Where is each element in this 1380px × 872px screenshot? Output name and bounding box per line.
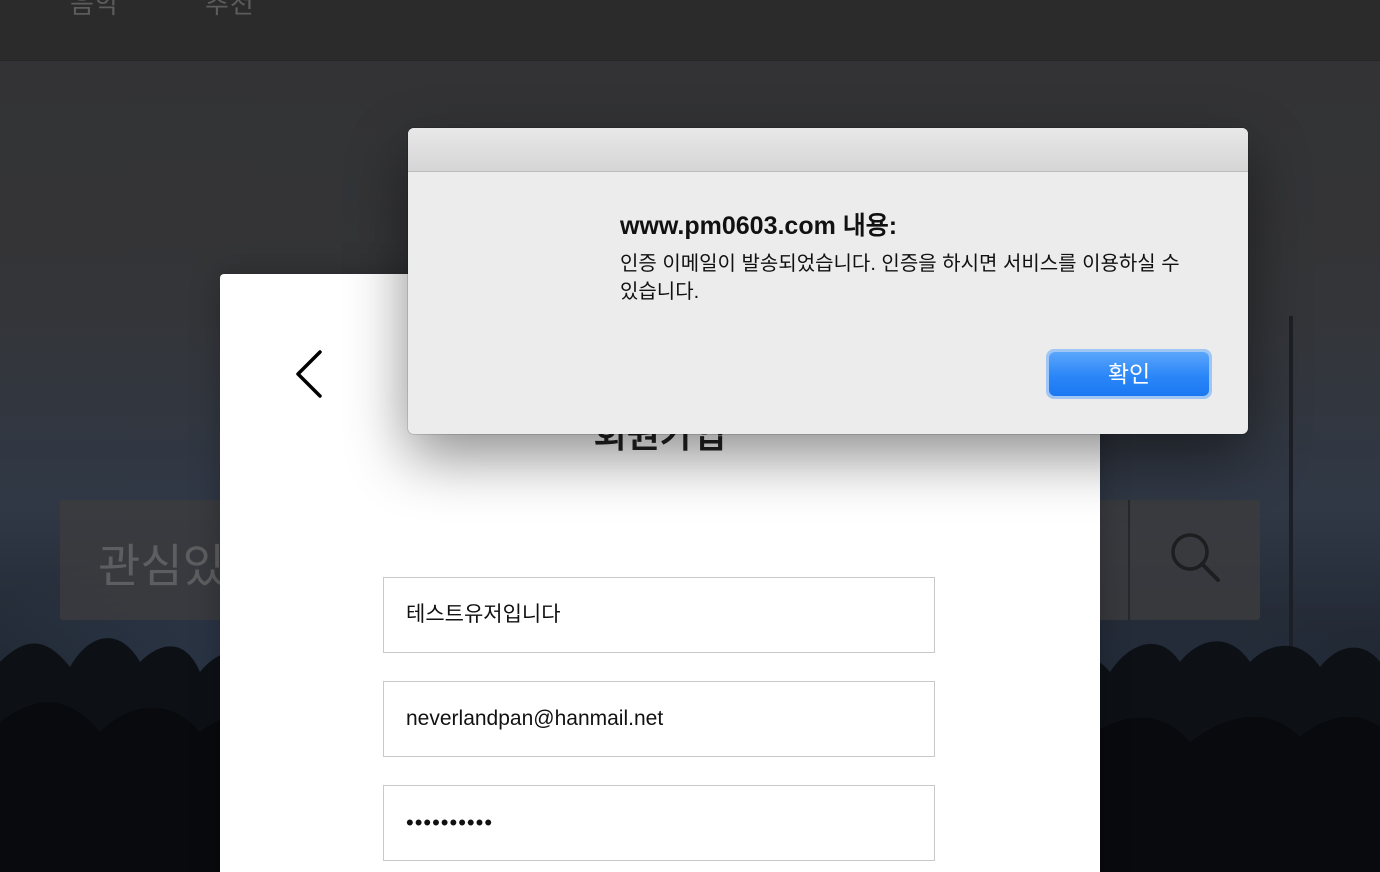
- top-nav: 음악 추천: [0, 0, 1380, 61]
- chevron-left-icon[interactable]: [292, 348, 332, 400]
- nav-item-recommend[interactable]: 추천: [205, 0, 255, 21]
- dialog-message: 인증 이메일이 발송되었습니다. 인증을 하시면 서비스를 이용하실 수 있습니…: [620, 253, 1180, 303]
- ok-button-label: 확인: [1049, 352, 1209, 396]
- search-button[interactable]: [1130, 500, 1260, 620]
- password-field[interactable]: ••••••••••: [383, 785, 935, 861]
- email-field[interactable]: neverlandpan@hanmail.net: [383, 681, 935, 757]
- search-icon: [1171, 533, 1220, 582]
- dialog-titlebar: [408, 128, 1248, 172]
- search-input[interactable]: 관심있: [98, 530, 225, 596]
- alert-dialog: www.pm0603.com 내용: 인증 이메일이 발송되었습니다. 인증을 …: [408, 128, 1248, 434]
- ok-button[interactable]: 확인: [1046, 349, 1212, 399]
- dialog-heading: www.pm0603.com 내용:: [620, 212, 898, 240]
- nav-item-music[interactable]: 음악: [70, 0, 120, 21]
- name-field[interactable]: 테스트유저입니다: [383, 577, 935, 653]
